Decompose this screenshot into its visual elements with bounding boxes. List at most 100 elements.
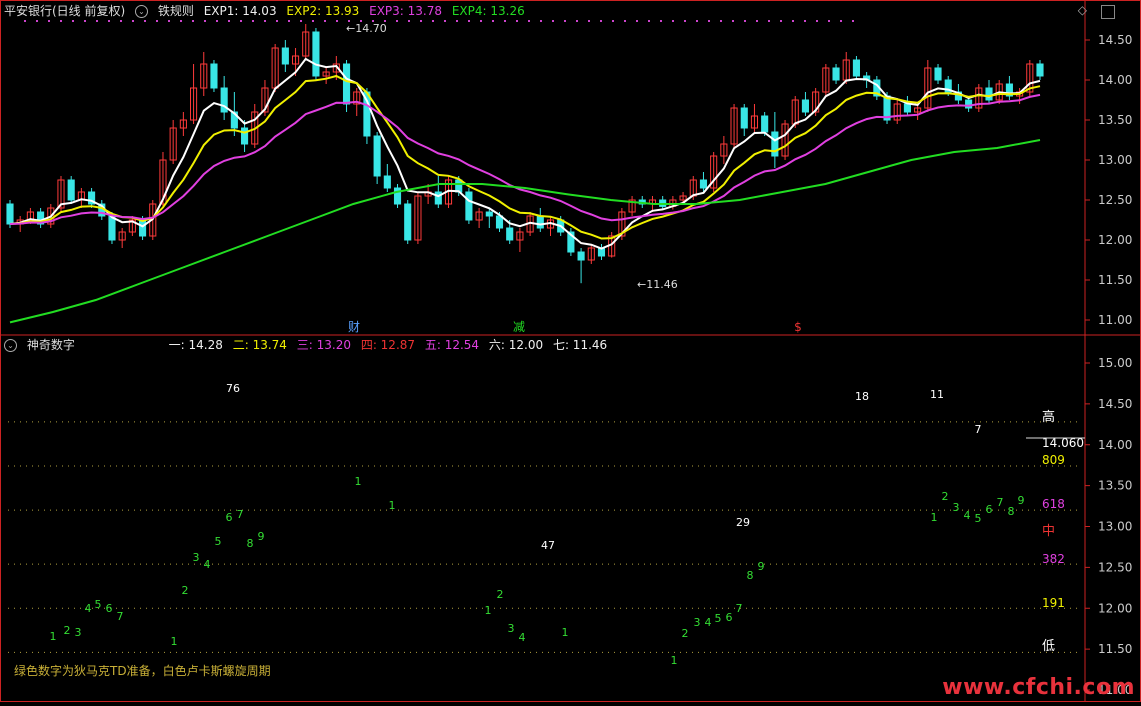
top-dot-row-mark xyxy=(504,20,506,22)
candle-body xyxy=(240,127,249,145)
event-marker: $ xyxy=(794,320,802,334)
td-number: 2 xyxy=(682,627,689,640)
candle-body xyxy=(965,99,973,109)
td-number: 4 xyxy=(964,509,971,522)
indicator-name[interactable]: 铁规则 xyxy=(158,4,194,18)
lower-menu-icon[interactable]: ⌄ xyxy=(4,339,17,352)
top-dot-row-mark xyxy=(168,20,170,22)
ema-line-4 xyxy=(9,139,1041,324)
top-dot-row-mark xyxy=(768,20,770,22)
candle-body xyxy=(903,103,911,113)
candle-body xyxy=(139,219,147,237)
indicator-menu-icon[interactable]: ⌄ xyxy=(135,5,149,18)
td-number: 9 xyxy=(1018,494,1025,507)
top-dot-row-mark xyxy=(468,20,470,22)
top-dot-row-mark xyxy=(336,20,338,22)
lucas-number: 76 xyxy=(226,382,240,395)
lucas-number: 18 xyxy=(855,390,869,403)
top-dot-row-mark xyxy=(792,20,794,22)
top-dot-row-mark xyxy=(852,20,854,22)
candle-body xyxy=(67,179,75,201)
top-dot-row-mark xyxy=(108,20,110,22)
td-number: 3 xyxy=(694,616,701,629)
top-dot-row-mark xyxy=(420,20,422,22)
exp3-value: EXP3: 13.78 xyxy=(369,4,443,18)
lower-tick-label: 11.50 xyxy=(1098,642,1132,656)
td-number: 7 xyxy=(997,496,1004,509)
upper-tick-label: 14.00 xyxy=(1098,73,1132,87)
candle-body xyxy=(506,227,514,241)
top-dot-row-mark xyxy=(492,20,494,22)
top-dot-row-mark xyxy=(228,20,230,22)
td-number: 6 xyxy=(726,611,733,624)
td-number: 3 xyxy=(193,551,200,564)
top-dot-row-mark xyxy=(156,20,158,22)
td-number: 4 xyxy=(519,631,526,644)
td-number: 1 xyxy=(931,511,938,524)
candle-body xyxy=(699,179,708,189)
candle-body xyxy=(404,203,412,241)
candle-body xyxy=(801,99,810,113)
lower-indicator-name[interactable]: 神奇数字 xyxy=(27,338,75,352)
upper-tick-label: 13.00 xyxy=(1098,153,1132,167)
upper-price-axis: 14.50 14.00 13.50 13.00 12.50 12.00 11.50 11.00 xyxy=(24,20,1132,327)
top-dot-row-mark xyxy=(804,20,806,22)
candle-body xyxy=(434,191,442,205)
td-number: 2 xyxy=(497,588,504,601)
td-number: 2 xyxy=(64,624,71,637)
td-number: 9 xyxy=(758,560,765,573)
td-number: 1 xyxy=(355,475,362,488)
lower-tick-label: 14.00 xyxy=(1098,438,1132,452)
top-dot-row-mark xyxy=(192,20,194,22)
top-dot-row-mark xyxy=(300,20,302,22)
top-dot-row-mark xyxy=(612,20,614,22)
legend-note: 绿色数字为狄马克TD准备，白色卢卡斯螺旋周期 xyxy=(14,664,271,678)
candle-body xyxy=(536,215,544,229)
window-restore-icon[interactable] xyxy=(1101,5,1115,19)
lucas-numbers: 7618 1174729 xyxy=(226,382,982,552)
upper-tick-label: 12.50 xyxy=(1098,193,1132,207)
td-number: 4 xyxy=(705,616,712,629)
candle-body xyxy=(485,211,493,217)
top-dot-row-mark xyxy=(36,20,38,22)
top-dot-row-mark xyxy=(744,20,746,22)
td-sequence-numbers: 1 2 34 5 67123456 789111234 1123 4 5 67891234 5678… xyxy=(50,475,1025,667)
level-1: 一: 14.28 xyxy=(168,338,223,352)
td-number: 1 xyxy=(171,635,178,648)
level-6: 六: 12.00 xyxy=(488,338,544,352)
top-dot-row-mark xyxy=(180,20,182,22)
td-number: 4 xyxy=(85,602,92,615)
top-dot-row-mark xyxy=(552,20,554,22)
top-dot-row-mark xyxy=(528,20,530,22)
candlesticks xyxy=(6,24,1044,284)
high-price-label: ←14.70 xyxy=(346,22,387,35)
candle-body xyxy=(108,215,116,241)
td-number: 3 xyxy=(75,626,82,639)
td-number: 5 xyxy=(95,598,102,611)
top-dot-row-mark xyxy=(132,20,134,22)
top-dot-row-mark xyxy=(444,20,446,22)
top-dot-row-mark xyxy=(312,20,314,22)
candle-body xyxy=(771,131,779,157)
candle-body xyxy=(312,31,320,77)
top-dot-row-mark xyxy=(648,20,650,22)
top-dot-row-mark xyxy=(588,20,590,22)
fib-label: 618 xyxy=(1042,497,1065,511)
td-number: 6 xyxy=(106,602,113,615)
td-number: 7 xyxy=(117,610,124,623)
upper-indicator-header: 平安银行(日线 前复权) ⌄ 铁规则 EXP1: 14.03 EXP2: 13.… xyxy=(4,2,531,20)
td-number: 8 xyxy=(747,569,754,582)
upper-tick-label: 12.00 xyxy=(1098,233,1132,247)
td-number: 8 xyxy=(247,537,254,550)
upper-tick-label: 13.50 xyxy=(1098,113,1132,127)
td-number: 1 xyxy=(671,654,678,667)
td-number: 9 xyxy=(258,530,265,543)
lower-tick-label: 13.00 xyxy=(1098,520,1132,534)
top-dot-row-mark xyxy=(660,20,662,22)
td-number: 1 xyxy=(389,499,396,512)
fib-label: 809 xyxy=(1042,453,1065,467)
top-dot-row-mark xyxy=(540,20,542,22)
diamond-icon[interactable]: ◇ xyxy=(1078,3,1087,17)
td-number: 6 xyxy=(226,511,233,524)
top-dot-row-mark xyxy=(456,20,458,22)
